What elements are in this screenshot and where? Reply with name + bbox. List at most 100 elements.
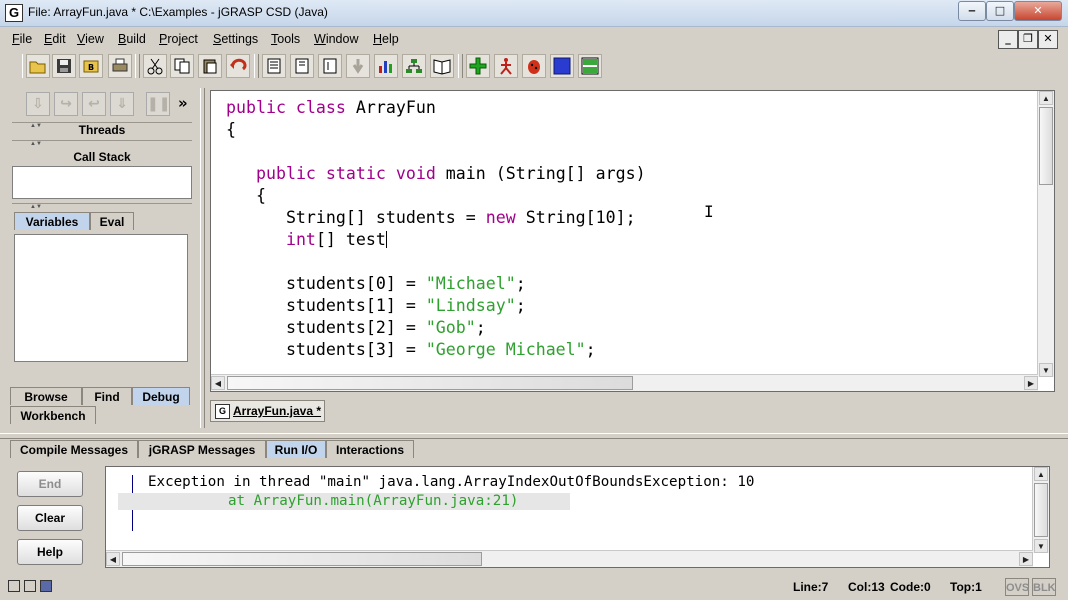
code-line[interactable]: {: [226, 185, 646, 207]
run-io-output[interactable]: Exception in thread "main" java.lang.Arr…: [105, 466, 1050, 568]
paste-icon[interactable]: [198, 54, 222, 78]
open-project-icon[interactable]: B: [79, 54, 103, 78]
tile-icon[interactable]: [24, 580, 36, 592]
clear-button[interactable]: Clear: [17, 505, 83, 531]
generate-csd-icon[interactable]: [262, 54, 286, 78]
scroll-up-icon[interactable]: ▲: [1034, 467, 1048, 481]
uml-icon[interactable]: [402, 54, 426, 78]
stack-trace-link[interactable]: at ArrayFun.main(ArrayFun.java:21): [228, 493, 518, 509]
scroll-right-icon[interactable]: ▶: [1019, 552, 1033, 566]
step-in-icon[interactable]: ↪: [54, 92, 78, 116]
maximize-window-button[interactable]: □: [986, 1, 1014, 21]
copy-icon[interactable]: [170, 54, 194, 78]
tab-find[interactable]: Find: [82, 387, 132, 405]
vertical-scroll-thumb[interactable]: [1039, 107, 1053, 185]
panel-divider[interactable]: [200, 88, 205, 428]
window-layout-icon[interactable]: [8, 580, 20, 592]
horizontal-scroll-thumb[interactable]: [122, 552, 482, 566]
overstrike-mode-indicator[interactable]: OVS: [1005, 578, 1029, 596]
editor-horizontal-scrollbar[interactable]: ◀ ▶: [211, 374, 1038, 391]
menu-build[interactable]: Build: [118, 32, 146, 46]
code-editor[interactable]: public class ArrayFun{ public static voi…: [210, 90, 1055, 392]
more-tools-icon[interactable]: »: [178, 94, 188, 112]
mdi-restore-button[interactable]: ❐: [1018, 30, 1038, 49]
editor-file-tab[interactable]: G ArrayFun.java *: [210, 400, 325, 422]
code-line[interactable]: int[] test: [226, 229, 646, 251]
code-line[interactable]: public static void main (String[] args): [226, 163, 646, 185]
tab-workbench[interactable]: Workbench: [10, 406, 96, 424]
code-line[interactable]: {: [226, 119, 646, 141]
tab-interactions[interactable]: Interactions: [326, 440, 414, 458]
variables-list[interactable]: [14, 234, 188, 362]
tab-eval[interactable]: Eval: [90, 212, 134, 230]
tab-compile-messages[interactable]: Compile Messages: [10, 440, 138, 458]
horizontal-scroll-thumb[interactable]: [227, 376, 633, 390]
menu-tools[interactable]: Tools: [271, 32, 300, 46]
mdi-close-button[interactable]: ✕: [1038, 30, 1058, 49]
toolbar-grip[interactable]: [254, 54, 259, 78]
cut-icon[interactable]: [143, 54, 167, 78]
menu-help[interactable]: Help: [373, 32, 399, 46]
code-line[interactable]: students[1] = "Lindsay";: [226, 295, 646, 317]
minimize-window-button[interactable]: ‒: [958, 1, 986, 21]
tab-jgrasp-messages[interactable]: jGRASP Messages: [138, 440, 266, 458]
fold-icon[interactable]: [318, 54, 342, 78]
source-code[interactable]: public class ArrayFun{ public static voi…: [226, 97, 646, 361]
vertical-scroll-thumb[interactable]: [1034, 483, 1048, 537]
splitter[interactable]: ▲▼: [12, 203, 192, 210]
split-view-icon[interactable]: [578, 54, 602, 78]
output-horizontal-scrollbar[interactable]: ◀ ▶: [106, 550, 1033, 567]
step-out-icon[interactable]: ↩: [82, 92, 106, 116]
open-icon[interactable]: [26, 54, 50, 78]
output-vertical-scrollbar[interactable]: ▲ ▼: [1032, 467, 1049, 553]
close-window-button[interactable]: ✕: [1014, 1, 1062, 21]
toolbar-grip[interactable]: [135, 54, 140, 78]
menu-file[interactable]: File: [12, 32, 32, 46]
compile-icon[interactable]: [466, 54, 490, 78]
run-to-cursor-icon[interactable]: ⇓: [110, 92, 134, 116]
cascade-icon[interactable]: [40, 580, 52, 592]
end-button[interactable]: End: [17, 471, 83, 497]
print-icon[interactable]: [108, 54, 132, 78]
tab-browse[interactable]: Browse: [10, 387, 82, 405]
menu-settings[interactable]: Settings: [213, 32, 258, 46]
horizontal-splitter[interactable]: [0, 433, 1068, 439]
run-icon[interactable]: [494, 54, 518, 78]
editor-vertical-scrollbar[interactable]: ▲ ▼: [1037, 91, 1054, 377]
debug-icon[interactable]: [522, 54, 546, 78]
undo-icon[interactable]: [226, 54, 250, 78]
menu-window[interactable]: Window: [314, 32, 358, 46]
splitter[interactable]: ▲▼: [12, 140, 192, 147]
menu-view[interactable]: View: [77, 32, 104, 46]
code-line[interactable]: String[] students = new String[10];: [226, 207, 646, 229]
call-stack-list[interactable]: [12, 166, 192, 199]
save-icon[interactable]: [52, 54, 76, 78]
scroll-left-icon[interactable]: ◀: [106, 552, 120, 566]
jgrasp-app-icon[interactable]: G: [5, 4, 23, 22]
tab-run-io[interactable]: Run I/O: [266, 440, 326, 458]
code-line[interactable]: students[3] = "George Michael";: [226, 339, 646, 361]
scroll-down-icon[interactable]: ▼: [1034, 539, 1048, 553]
stop-icon[interactable]: [550, 54, 574, 78]
browse-icon[interactable]: [430, 54, 454, 78]
code-line[interactable]: students[2] = "Gob";: [226, 317, 646, 339]
remove-csd-icon[interactable]: [290, 54, 314, 78]
block-mode-indicator[interactable]: BLK: [1032, 578, 1056, 596]
code-line[interactable]: [226, 251, 646, 273]
scroll-right-icon[interactable]: ▶: [1024, 376, 1038, 390]
number-lines-icon[interactable]: [374, 54, 398, 78]
help-button[interactable]: Help: [17, 539, 83, 565]
scroll-left-icon[interactable]: ◀: [211, 376, 225, 390]
code-line[interactable]: students[0] = "Michael";: [226, 273, 646, 295]
code-line[interactable]: [226, 141, 646, 163]
toolbar-grip[interactable]: [458, 54, 463, 78]
menu-edit[interactable]: Edit: [44, 32, 66, 46]
mdi-minimize-button[interactable]: _: [998, 30, 1018, 49]
scroll-down-icon[interactable]: ▼: [1039, 363, 1053, 377]
tab-debug[interactable]: Debug: [132, 387, 190, 405]
step-over-icon[interactable]: ⇩: [26, 92, 50, 116]
suspend-icon[interactable]: ❚❚: [146, 92, 170, 116]
unfold-icon[interactable]: [346, 54, 370, 78]
tab-variables[interactable]: Variables: [14, 212, 90, 230]
scroll-up-icon[interactable]: ▲: [1039, 91, 1053, 105]
